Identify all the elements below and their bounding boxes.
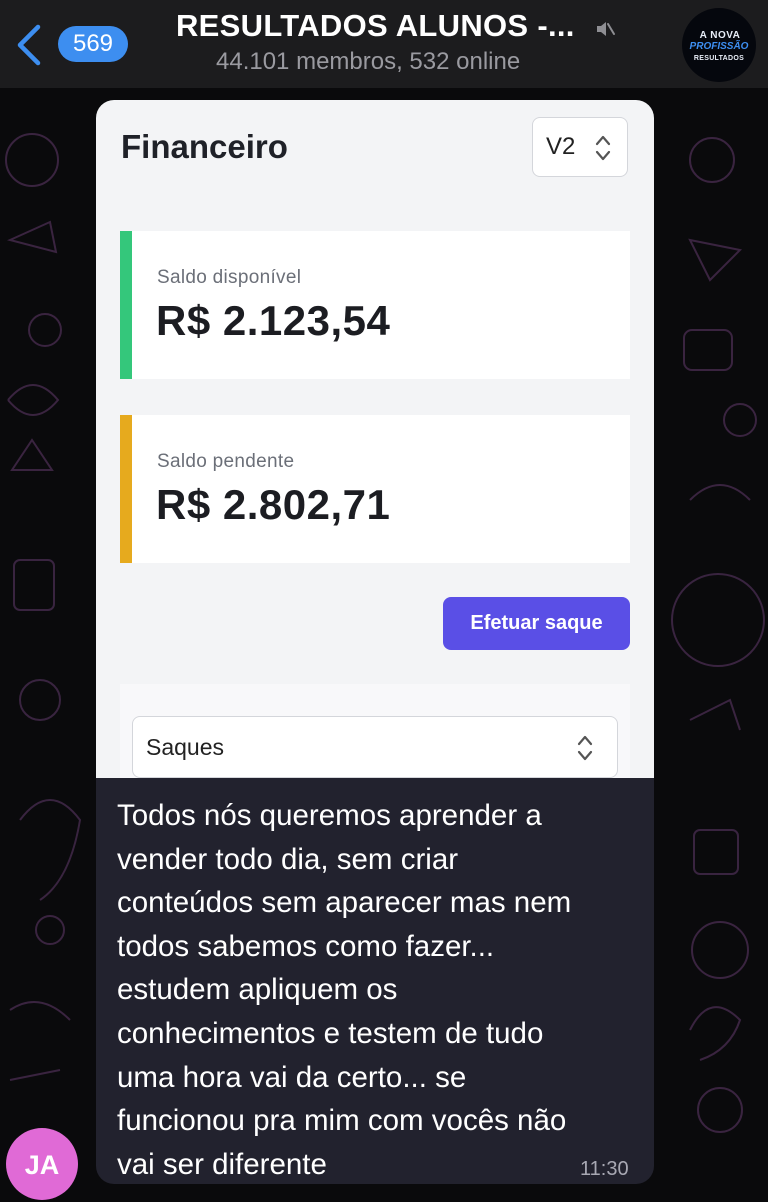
balance-accent-bar <box>120 415 132 563</box>
chat-header: 569 RESULTADOS ALUNOS -... 44.101 membro… <box>0 0 768 88</box>
balance-label: Saldo disponível <box>157 267 302 288</box>
version-select: V2 <box>532 117 628 177</box>
chevron-left-icon <box>17 24 41 66</box>
balance-value: R$ 2.123,54 <box>156 297 391 344</box>
back-button[interactable]: 569 <box>12 22 128 66</box>
transaction-type-value: Saques <box>146 734 225 760</box>
version-select-value: V2 <box>546 133 576 160</box>
balance-accent-bar <box>120 231 132 379</box>
balance-value: R$ 2.802,71 <box>156 481 391 528</box>
chevron-up-down-icon <box>577 735 593 761</box>
balance-label: Saldo pendente <box>157 451 295 472</box>
pending-balance-card: Saldo pendente R$ 2.802,71 <box>120 415 630 563</box>
page-title: Financeiro <box>121 128 288 165</box>
message-timestamp: 11:30 <box>580 1158 629 1180</box>
group-avatar[interactable]: A NOVA PROFISSÃO RESULTADOS <box>682 8 756 82</box>
logo-line: RESULTADOS <box>693 55 745 62</box>
mute-icon <box>597 22 615 36</box>
message-bubble[interactable]: Todos nós queremos aprender a vender tod… <box>96 778 654 1184</box>
message-text: Todos nós queremos aprender a vender tod… <box>117 799 572 1181</box>
logo-line: A NOVA <box>699 30 741 41</box>
chat-title[interactable]: RESULTADOS ALUNOS -... <box>176 8 596 44</box>
withdraw-button: Efetuar saque <box>443 597 630 650</box>
shared-screenshot[interactable]: Financeiro V2 Saldo disponível R$ 2.123,… <box>96 100 654 780</box>
chat-members-status: 44.101 membros, 532 online <box>216 48 521 75</box>
available-balance-card: Saldo disponível R$ 2.123,54 <box>120 231 630 379</box>
withdrawals-panel: Saques <box>120 684 630 780</box>
transaction-type-select: Saques <box>132 716 618 778</box>
sender-avatar[interactable]: JA <box>6 1128 78 1200</box>
chevron-up-down-icon <box>595 135 611 161</box>
unread-count-badge: 569 <box>58 26 128 62</box>
logo-line: PROFISSÃO <box>689 41 749 52</box>
